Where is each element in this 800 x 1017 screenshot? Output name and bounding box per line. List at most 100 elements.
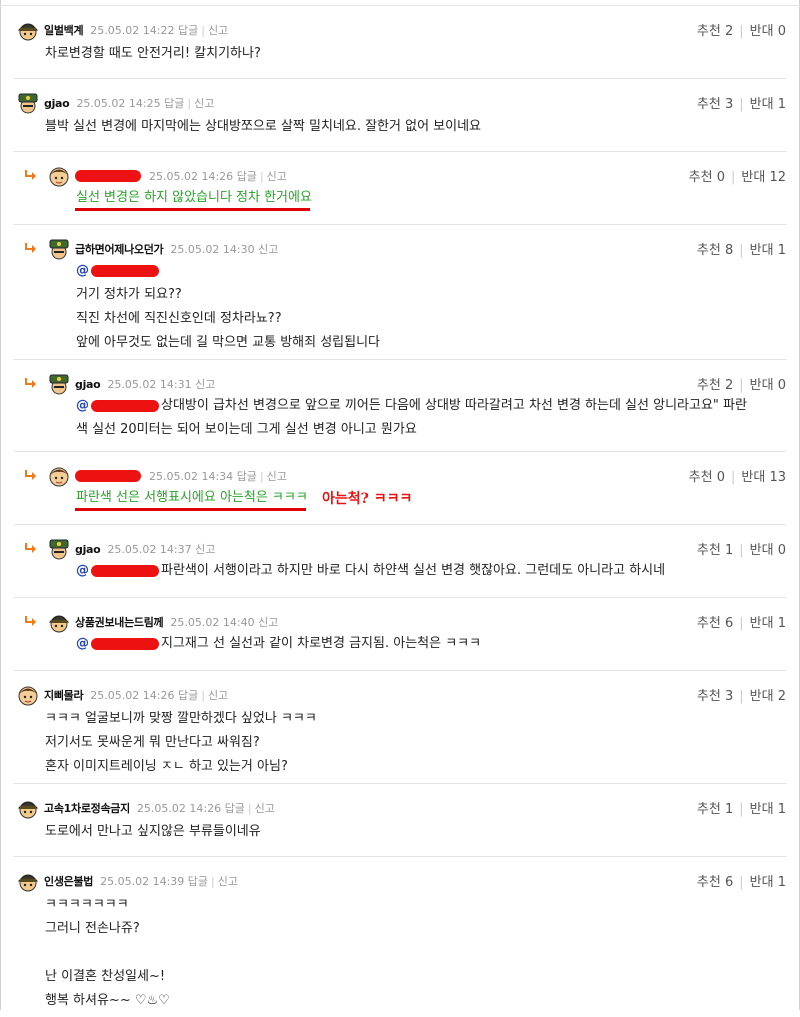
comment-meta: 25.05.02 14:37 신고 — [107, 541, 215, 557]
comment-header: gjao 25.05.02 14:37 신고 — [48, 537, 215, 561]
mention-at[interactable]: @ — [76, 263, 89, 278]
nickname[interactable]: gjao — [44, 97, 70, 110]
mention-at[interactable]: @ — [76, 398, 89, 413]
upvote-button[interactable]: 추천 3 — [697, 97, 733, 112]
character-avatar-icon — [17, 801, 39, 819]
comment-line: ㅋㅋㅋ 얼굴보니까 맞짱 깔만하겠다 싶었나 ㅋㅋㅋ — [45, 707, 317, 731]
downvote-button[interactable]: 반대 1 — [750, 97, 786, 112]
nickname[interactable]: 고속1차로정속금지 — [44, 800, 130, 816]
red-underline — [75, 208, 310, 211]
downvote-button[interactable]: 반대 0 — [750, 378, 786, 393]
report-link[interactable]: 신고 — [218, 875, 238, 888]
report-link[interactable]: 신고 — [195, 378, 215, 391]
report-link[interactable]: 신고 — [208, 689, 228, 702]
comment-text: 직진 차선에 직진신호인데 정차라뇨?? — [76, 311, 282, 326]
separator: | — [739, 243, 744, 258]
nickname[interactable]: gjao — [75, 378, 101, 391]
upvote-button[interactable]: 추천 2 — [697, 24, 733, 39]
report-link[interactable]: 신고 — [208, 24, 228, 37]
downvote-count: 0 — [777, 378, 786, 393]
downvote-button[interactable]: 반대 0 — [750, 543, 786, 558]
upvote-button[interactable]: 추천 0 — [689, 170, 725, 185]
separator: | — [187, 97, 192, 110]
comment-body: 파란색 선은 서행표시에요 아는척은 ㅋㅋㅋ — [76, 486, 308, 510]
comment-text: 앞에 아무것도 없는데 길 막으면 교통 방해죄 성립됩니다 — [76, 335, 381, 350]
comment-header: 고속1차로정속금지 25.05.02 14:26 답글 | 신고 — [17, 796, 275, 820]
nickname[interactable]: 급하면어제나오던가 — [75, 241, 164, 257]
vote-counts: 추천 1 | 반대 0 — [697, 539, 786, 558]
upvote-button[interactable]: 추천 1 — [697, 802, 733, 817]
downvote-count: 1 — [777, 802, 786, 817]
comment-date: 25.05.02 14:22 — [90, 24, 175, 37]
comment-text: 색 실선 20미터는 되어 보이는데 그게 실선 변경 아니고 뭔가요 — [76, 422, 417, 437]
upvote-button[interactable]: 추천 3 — [697, 689, 733, 704]
comment-body: @ 상대방이 급차선 변경으로 앞으로 끼어든 다음에 상대방 따라갈려고 차선 … — [76, 394, 747, 442]
nickname[interactable]: 인생은불법 — [44, 873, 93, 889]
downvote-label: 반대 — [749, 543, 774, 558]
report-link[interactable]: 신고 — [194, 97, 214, 110]
upvote-button[interactable]: 추천 6 — [697, 875, 733, 890]
separator: | — [739, 24, 744, 39]
redacted-mention — [91, 399, 159, 412]
downvote-button[interactable]: 반대 1 — [750, 243, 786, 258]
comment-text: 지그재그 선 실선과 같이 차로변경 금지됨. 아는척은 ㅋㅋㅋ — [161, 636, 482, 651]
separator: | — [739, 689, 744, 704]
report-link[interactable]: 신고 — [267, 170, 287, 183]
boy-avatar-icon — [49, 167, 69, 187]
mention-at[interactable]: @ — [76, 563, 89, 578]
report-link[interactable]: 신고 — [258, 616, 278, 629]
vote-counts: 추천 2 | 반대 0 — [697, 374, 786, 393]
upvote-button[interactable]: 추천 2 — [697, 378, 733, 393]
comment-header: 25.05.02 14:34 답글 | 신고 — [48, 464, 287, 488]
reply-link[interactable]: 답글 — [178, 689, 198, 702]
downvote-button[interactable]: 반대 1 — [750, 802, 786, 817]
downvote-button[interactable]: 반대 13 — [741, 470, 786, 485]
nickname[interactable]: gjao — [75, 543, 101, 556]
downvote-button[interactable]: 반대 0 — [750, 24, 786, 39]
reply-link[interactable]: 답글 — [237, 170, 257, 183]
vote-counts: 추천 0 | 반대 13 — [689, 466, 786, 485]
comment-meta: 25.05.02 14:40 신고 — [170, 614, 278, 630]
downvote-label: 반대 — [741, 170, 766, 185]
upvote-button[interactable]: 추천 1 — [697, 543, 733, 558]
upvote-label: 추천 — [688, 470, 713, 485]
downvote-button[interactable]: 반대 1 — [750, 875, 786, 890]
report-link[interactable]: 신고 — [195, 543, 215, 556]
downvote-button[interactable]: 반대 12 — [741, 170, 786, 185]
upvote-button[interactable]: 추천 8 — [697, 243, 733, 258]
report-link[interactable]: 신고 — [267, 470, 287, 483]
comment-text: ㅋㅋㅋㅋㅋㅋㅋ — [45, 897, 129, 912]
reply-arrow-icon — [25, 170, 36, 180]
nickname[interactable]: 지삐몰라 — [44, 687, 84, 703]
comment-item: 지삐몰라 25.05.02 14:26 답글 | 신고 추천 3 | 반대 2 ㅋㅋㅋ 얼굴보… — [0, 671, 800, 784]
reply-link[interactable]: 답글 — [164, 97, 184, 110]
reply-arrow-icon — [25, 616, 36, 626]
comment-header: 상품권보내는드림께 25.05.02 14:40 신고 — [48, 610, 278, 634]
nickname[interactable]: 일벌백계 — [44, 22, 84, 38]
downvote-label: 반대 — [749, 875, 774, 890]
vote-counts: 추천 3 | 반대 1 — [697, 93, 786, 112]
upvote-label: 추천 — [696, 875, 721, 890]
reply-link[interactable]: 답글 — [178, 24, 198, 37]
comment-line: 난 이결혼 찬성일세~! — [45, 965, 170, 989]
nickname[interactable]: 상품권보내는드림께 — [75, 614, 164, 630]
comment-date: 25.05.02 14:39 — [100, 875, 185, 888]
upvote-button[interactable]: 추천 0 — [689, 470, 725, 485]
reply-link[interactable]: 답글 — [188, 875, 208, 888]
vote-counts: 추천 0 | 반대 12 — [689, 166, 786, 185]
comment-item: 고속1차로정속금지 25.05.02 14:26 답글 | 신고 추천 1 | 반대 1 도로… — [0, 784, 800, 857]
downvote-count: 1 — [777, 875, 786, 890]
report-link[interactable]: 신고 — [255, 802, 275, 815]
separator: | — [259, 470, 264, 483]
report-link[interactable]: 신고 — [258, 243, 278, 256]
comment-item: 25.05.02 14:26 답글 | 신고 추천 0 | 반대 12 실선 변경은 하지 … — [0, 152, 800, 225]
reply-link[interactable]: 답글 — [225, 802, 245, 815]
comment-line: 파란색 선은 서행표시에요 아는척은 ㅋㅋㅋ — [76, 486, 308, 510]
downvote-button[interactable]: 반대 2 — [750, 689, 786, 704]
redacted-mention — [91, 264, 159, 277]
reply-link[interactable]: 답글 — [237, 470, 257, 483]
downvote-button[interactable]: 반대 1 — [750, 616, 786, 631]
mention-at[interactable]: @ — [76, 636, 89, 651]
separator: | — [739, 543, 744, 558]
upvote-button[interactable]: 추천 6 — [697, 616, 733, 631]
